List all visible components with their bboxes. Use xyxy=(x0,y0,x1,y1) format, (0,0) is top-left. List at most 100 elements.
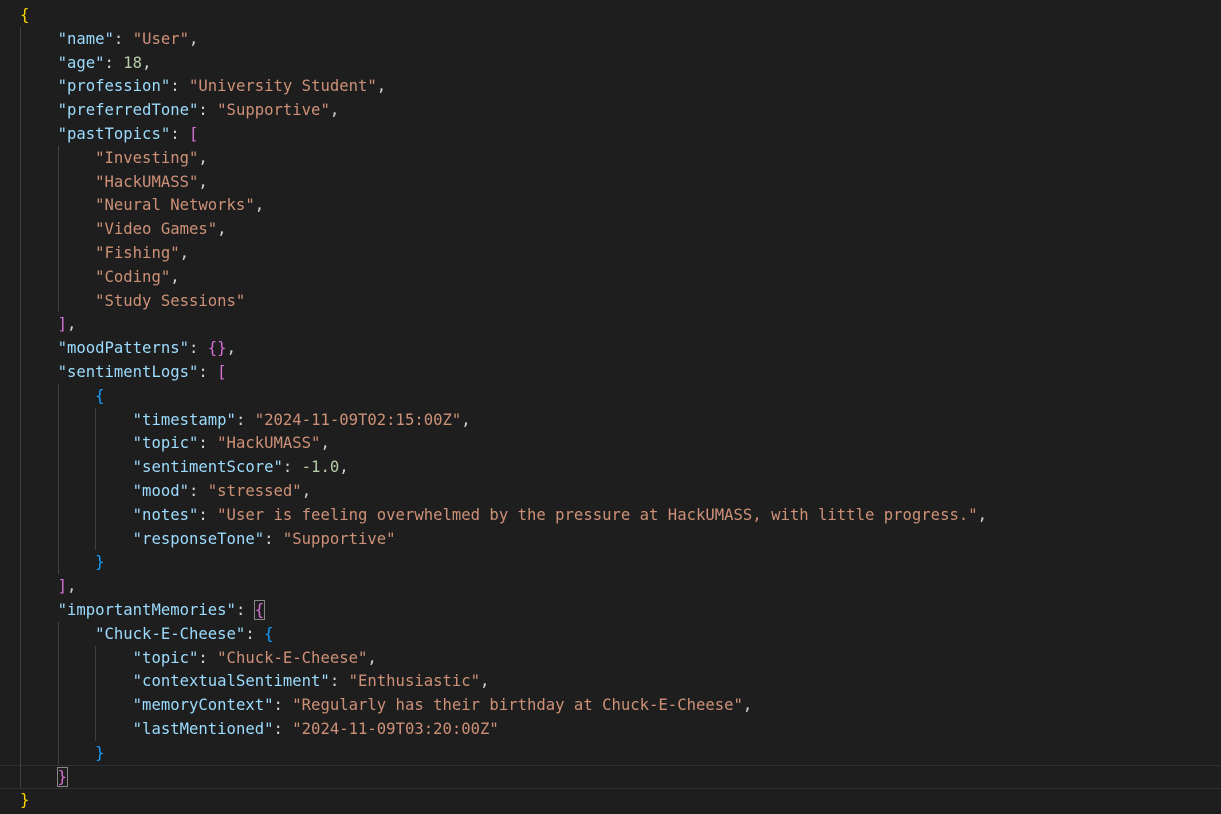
code-text: ], xyxy=(20,312,77,336)
code-text: } xyxy=(20,788,29,812)
code-token: "Study Sessions" xyxy=(95,291,246,310)
code-token: , xyxy=(376,77,387,96)
code-text: "responseTone": "Supportive" xyxy=(20,527,396,551)
bracket-token: [ xyxy=(189,125,199,143)
code-line[interactable]: "age": 18, xyxy=(0,51,1221,75)
code-token: : xyxy=(273,696,293,715)
code-token: : xyxy=(189,339,208,358)
code-line[interactable]: "pastTopics": [ xyxy=(0,122,1221,146)
code-line[interactable]: "Investing", xyxy=(0,146,1221,170)
code-text: ], xyxy=(20,574,77,598)
code-token: : xyxy=(198,648,218,667)
code-line[interactable]: "profession": "University Student", xyxy=(0,74,1221,98)
indent-guide xyxy=(95,645,97,741)
bracket-token: {} xyxy=(207,339,227,358)
code-token: , xyxy=(66,577,77,596)
code-token: 18 xyxy=(123,53,143,72)
code-token: , xyxy=(226,339,236,358)
code-text: "preferredTone": "Supportive", xyxy=(20,98,340,122)
code-text: "profession": "University Student", xyxy=(20,74,387,98)
code-token: "University Student" xyxy=(189,77,377,96)
code-token: "mood" xyxy=(132,482,190,500)
bracket-token: ] xyxy=(57,577,67,596)
bracket-token: ] xyxy=(57,315,67,334)
code-token: -1.0 xyxy=(301,458,340,477)
code-text: "sentimentScore": -1.0, xyxy=(20,455,349,479)
code-text: "Coding", xyxy=(20,265,180,289)
code-line[interactable]: "Fishing", xyxy=(0,241,1221,265)
code-text: { xyxy=(20,3,29,27)
code-token: : xyxy=(282,458,302,477)
code-token: "HackUMASS" xyxy=(95,172,199,191)
code-line[interactable]: "topic": "HackUMASS", xyxy=(0,431,1221,455)
code-text: "Study Sessions" xyxy=(20,289,245,313)
code-line[interactable]: "Video Games", xyxy=(0,217,1221,241)
code-token: "contextualSentiment" xyxy=(132,672,330,691)
code-text: } xyxy=(20,766,68,788)
code-line[interactable]: { xyxy=(0,384,1221,408)
code-editor[interactable]: { "name": "User", "age": 18, "profession… xyxy=(0,0,1221,814)
code-token: "notes" xyxy=(132,505,199,524)
code-text: "notes": "User is feeling overwhelmed by… xyxy=(20,503,987,527)
code-token: , xyxy=(66,315,77,334)
code-token: : xyxy=(170,125,190,143)
code-line[interactable]: "Study Sessions" xyxy=(0,289,1221,313)
code-token: : xyxy=(198,434,218,453)
code-line[interactable]: ], xyxy=(0,312,1221,336)
code-token: : xyxy=(273,720,293,738)
code-line[interactable]: "name": "User", xyxy=(0,27,1221,51)
code-token: : xyxy=(329,672,349,691)
code-line[interactable]: "memoryContext": "Regularly has their bi… xyxy=(0,693,1221,717)
code-text: "moodPatterns": {}, xyxy=(20,336,236,360)
code-line[interactable]: "preferredTone": "Supportive", xyxy=(0,98,1221,122)
bracket-token: [ xyxy=(217,363,227,381)
code-token: "responseTone" xyxy=(132,529,265,548)
code-line[interactable]: "timestamp": "2024-11-09T02:15:00Z", xyxy=(0,408,1221,432)
code-line[interactable]: "moodPatterns": {}, xyxy=(0,336,1221,360)
bracket-token: } xyxy=(20,791,30,810)
code-text: "sentimentLogs": [ xyxy=(20,360,227,384)
code-line[interactable]: { xyxy=(0,3,1221,27)
code-token: "age" xyxy=(57,53,105,72)
code-token: "sentimentLogs" xyxy=(57,363,199,381)
code-token: : xyxy=(104,53,124,72)
code-token: "sentimentScore" xyxy=(132,458,283,477)
code-token: "moodPatterns" xyxy=(57,339,189,358)
code-text: "topic": "Chuck-E-Cheese", xyxy=(20,646,377,670)
code-line[interactable]: "HackUMASS", xyxy=(0,170,1221,194)
code-line[interactable]: ], xyxy=(0,574,1221,598)
code-token: "Supportive" xyxy=(282,529,396,548)
code-line[interactable]: } xyxy=(0,788,1221,812)
code-token: "Chuck-E-Cheese" xyxy=(217,648,368,667)
code-line[interactable]: "lastMentioned": "2024-11-09T03:20:00Z" xyxy=(0,717,1221,741)
code-token: "topic" xyxy=(132,434,199,453)
code-line[interactable]: "sentimentLogs": [ xyxy=(0,360,1221,384)
code-token: "Video Games" xyxy=(95,220,218,239)
code-line[interactable]: } xyxy=(0,741,1221,765)
code-text: "mood": "stressed", xyxy=(20,479,311,503)
code-token: "User" xyxy=(132,29,190,48)
code-token: "memoryContext" xyxy=(132,696,274,715)
code-line[interactable]: "Coding", xyxy=(0,265,1221,289)
code-line[interactable]: } xyxy=(0,550,1221,574)
code-token: , xyxy=(742,696,753,715)
code-line[interactable]: "responseTone": "Supportive" xyxy=(0,527,1221,551)
code-line[interactable]: "Chuck-E-Cheese": { xyxy=(0,622,1221,646)
code-token: : xyxy=(235,601,255,619)
code-line[interactable]: "contextualSentiment": "Enthusiastic", xyxy=(0,669,1221,693)
code-token: , xyxy=(198,148,208,167)
code-line[interactable]: "sentimentScore": -1.0, xyxy=(0,455,1221,479)
code-line[interactable]: } xyxy=(0,764,1221,789)
code-line[interactable]: "topic": "Chuck-E-Cheese", xyxy=(0,646,1221,670)
code-line[interactable]: "notes": "User is feeling overwhelmed by… xyxy=(0,503,1221,527)
code-line[interactable]: "mood": "stressed", xyxy=(0,479,1221,503)
code-token: "User is feeling overwhelmed by the pres… xyxy=(217,505,978,524)
code-token: , xyxy=(329,101,340,120)
bracket-token: { xyxy=(20,6,30,24)
code-token: "HackUMASS" xyxy=(217,434,321,453)
code-line[interactable]: "Neural Networks", xyxy=(0,193,1221,217)
code-text: "topic": "HackUMASS", xyxy=(20,431,330,455)
code-text: "Video Games", xyxy=(20,217,226,241)
code-token: , xyxy=(254,196,265,215)
code-line[interactable]: "importantMemories": { xyxy=(0,598,1221,622)
